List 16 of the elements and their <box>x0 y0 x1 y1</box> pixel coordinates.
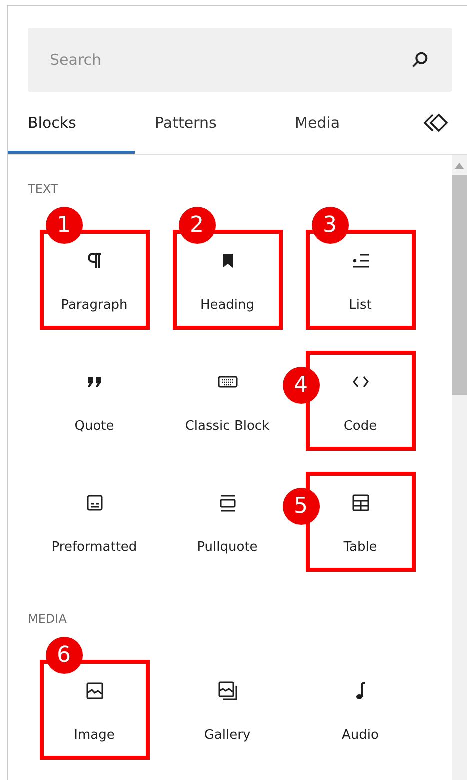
search-icon <box>410 50 430 70</box>
tab[interactable]: Patterns <box>135 92 275 154</box>
number-badge: 1 <box>46 207 82 244</box>
section-heading: MEDIA <box>28 611 68 627</box>
number-badge: 3 <box>312 207 348 244</box>
number-badge: 6 <box>46 637 82 674</box>
scrollbar-thumb[interactable] <box>452 175 467 395</box>
number-badge: 2 <box>178 207 216 244</box>
block-item[interactable]: Table <box>306 472 416 572</box>
tab[interactable]: Media <box>275 92 415 154</box>
search-field[interactable]: Search <box>28 28 452 92</box>
block-item[interactable]: Code <box>306 351 416 451</box>
scroll-up-arrow-icon[interactable] <box>455 163 464 169</box>
scrollbar[interactable] <box>452 155 467 780</box>
tab[interactable]: Blocks <box>8 92 135 154</box>
section-heading: TEXT <box>28 181 60 197</box>
